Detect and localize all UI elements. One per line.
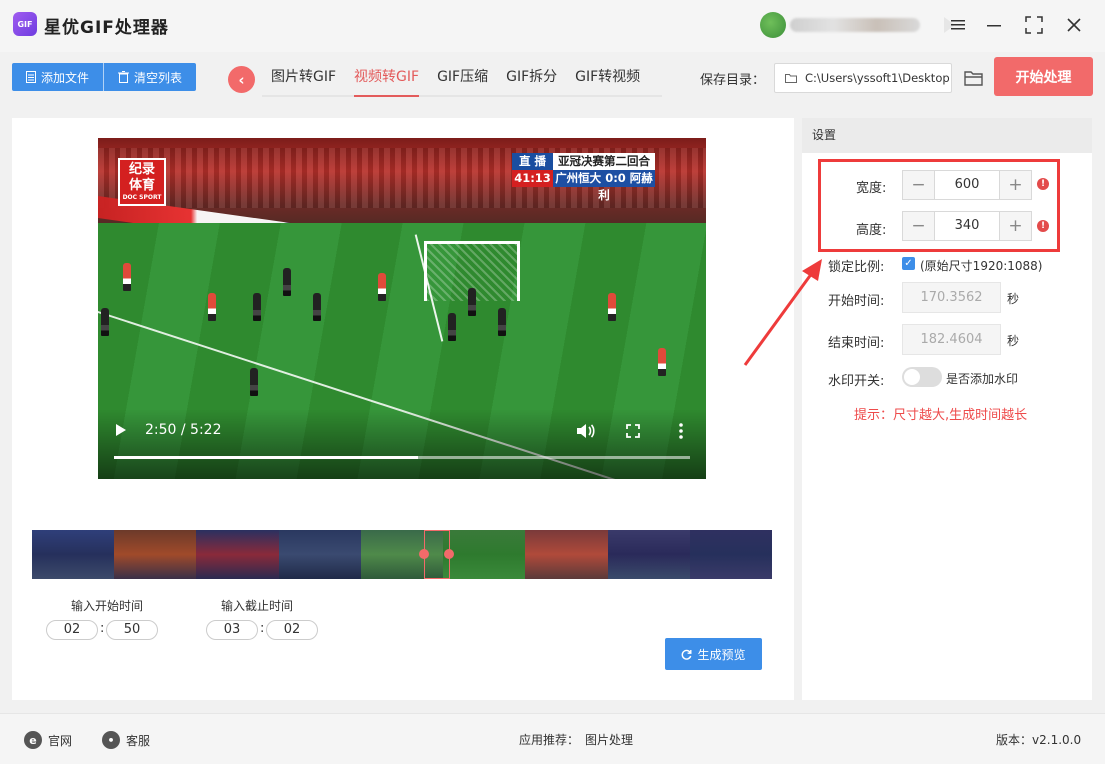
lock-ratio-label: 锁定比例: — [828, 260, 885, 275]
watermark-toggle[interactable] — [902, 367, 942, 387]
app-title: 星优GIF处理器 — [44, 18, 169, 38]
tab-bar: 图片转GIF 视频转GIF GIF压缩 GIF拆分 GIF转视频 — [262, 63, 662, 97]
file-icon — [26, 71, 36, 83]
start-minute-input[interactable]: 02 — [46, 620, 98, 640]
end-time-setting-label: 结束时间: — [828, 336, 885, 351]
trash-icon — [118, 71, 130, 83]
scoreboard: 直 播 亚冠决赛第二回合 41:13 广州恒大 0:0 阿赫利 — [512, 153, 655, 202]
menu-icon[interactable] — [947, 14, 969, 36]
video-time: 2:50 / 5:22 — [145, 422, 222, 438]
score-teams: 广州恒大 0:0 阿赫利 — [553, 170, 655, 202]
channel-logo: 纪录 体育 DOC SPORT — [118, 158, 166, 206]
clear-list-button[interactable]: 清空列表 — [103, 63, 196, 91]
settings-header: 设置 — [802, 118, 1092, 153]
tab-gif-split[interactable]: GIF拆分 — [497, 63, 566, 93]
title-bar: GIF 星优GIF处理器 — [0, 0, 1105, 52]
size-highlight-box — [818, 159, 1060, 252]
support-link[interactable]: • 客服 — [102, 731, 150, 749]
badge-line-2: 体育 — [128, 178, 155, 193]
video-controls — [98, 409, 706, 479]
lock-ratio-checkbox[interactable]: ✓ — [902, 257, 915, 270]
watermark-label: 水印开关: — [828, 374, 885, 389]
app-recommend: 应用推荐： 图片处理 — [519, 731, 633, 748]
trim-end-handle[interactable] — [444, 549, 454, 559]
start-time-label: 输入开始时间 — [71, 599, 144, 613]
tab-video-to-gif[interactable]: 视频转GIF — [345, 63, 428, 97]
recommend-label: 应用推荐： — [519, 733, 580, 747]
generate-preview-button[interactable]: 生成预览 — [665, 638, 762, 670]
refresh-icon — [682, 649, 692, 660]
website-link[interactable]: e 官网 — [24, 731, 72, 749]
original-size-text: (原始尺寸1920:1088) — [920, 259, 1043, 273]
size-tip: 提示：尺寸越大,生成时间越长 — [854, 408, 1028, 423]
folder-small-icon — [785, 74, 797, 83]
add-files-button[interactable]: 添加文件 — [12, 63, 103, 91]
timeline-strip[interactable] — [32, 530, 772, 579]
video-progress-fill — [114, 456, 419, 459]
start-time-setting-label: 开始时间: — [828, 294, 885, 309]
footer: e 官网 • 客服 应用推荐： 图片处理 版本： v2.1.0.0 — [0, 713, 1105, 764]
video-player[interactable]: 纪录 体育 DOC SPORT 直 播 亚冠决赛第二回合 41:13 广州恒大 … — [98, 138, 706, 479]
score-live: 直 播 — [512, 153, 553, 170]
minimize-icon[interactable] — [983, 14, 1005, 36]
end-time-label: 输入截止时间 — [221, 599, 294, 613]
version-info: 版本： v2.1.0.0 — [996, 731, 1081, 748]
start-time-unit: 秒 — [1007, 292, 1020, 306]
open-folder-icon[interactable] — [962, 66, 986, 90]
file-button-group: 添加文件 清空列表 — [12, 63, 197, 91]
back-button[interactable]: ‹ — [228, 66, 255, 93]
score-time: 41:13 — [512, 170, 553, 187]
start-processing-button[interactable]: 开始处理 — [994, 57, 1093, 96]
chevron-left-icon: ‹ — [238, 70, 245, 89]
end-minute-input[interactable]: 03 — [206, 620, 258, 640]
badge-sub: DOC SPORT — [122, 194, 162, 201]
tab-gif-compress[interactable]: GIF压缩 — [428, 63, 497, 93]
version-number: v2.1.0.0 — [1032, 732, 1082, 747]
support-label: 客服 — [126, 733, 151, 748]
save-dir-label: 保存目录： — [700, 73, 766, 88]
clear-list-label: 清空列表 — [134, 70, 183, 85]
badge-line-1: 纪录 — [128, 162, 155, 177]
start-second-input[interactable]: 50 — [106, 620, 158, 640]
score-title: 亚冠决赛第二回合 — [553, 153, 655, 170]
end-time-unit: 秒 — [1007, 334, 1020, 348]
annotation-arrow — [743, 259, 822, 366]
watermark-desc: 是否添加水印 — [946, 372, 1019, 386]
user-name-blurred — [790, 18, 920, 32]
end-time-field: 182.4604 — [902, 324, 1001, 355]
recommend-app-link[interactable]: 图片处理 — [585, 731, 633, 748]
app-logo-icon: GIF — [13, 12, 37, 36]
user-avatar[interactable] — [760, 12, 786, 38]
chat-icon: • — [102, 731, 120, 749]
maximize-icon[interactable] — [1023, 14, 1045, 36]
video-progress-bar[interactable] — [114, 456, 690, 459]
end-second-input[interactable]: 02 — [266, 620, 318, 640]
volume-icon[interactable] — [576, 422, 596, 440]
fullscreen-icon[interactable] — [626, 424, 640, 438]
add-files-label: 添加文件 — [41, 70, 90, 85]
play-icon[interactable] — [116, 424, 126, 436]
generate-preview-label: 生成预览 — [697, 647, 746, 662]
preview-panel: 纪录 体育 DOC SPORT 直 播 亚冠决赛第二回合 41:13 广州恒大 … — [12, 118, 794, 700]
save-dir-path: C:\Users\yssoft1\Desktop — [805, 71, 950, 85]
tab-gif-to-video[interactable]: GIF转视频 — [566, 63, 649, 93]
website-label: 官网 — [48, 733, 73, 748]
close-icon[interactable] — [1063, 14, 1085, 36]
version-label: 版本： — [996, 733, 1033, 747]
save-dir-field[interactable]: C:\Users\yssoft1\Desktop — [774, 63, 952, 93]
trim-start-handle[interactable] — [419, 549, 429, 559]
start-time-field: 170.3562 — [902, 282, 1001, 313]
tab-image-to-gif[interactable]: 图片转GIF — [262, 63, 345, 93]
more-options-icon[interactable] — [679, 423, 683, 439]
browser-icon: e — [24, 731, 42, 749]
